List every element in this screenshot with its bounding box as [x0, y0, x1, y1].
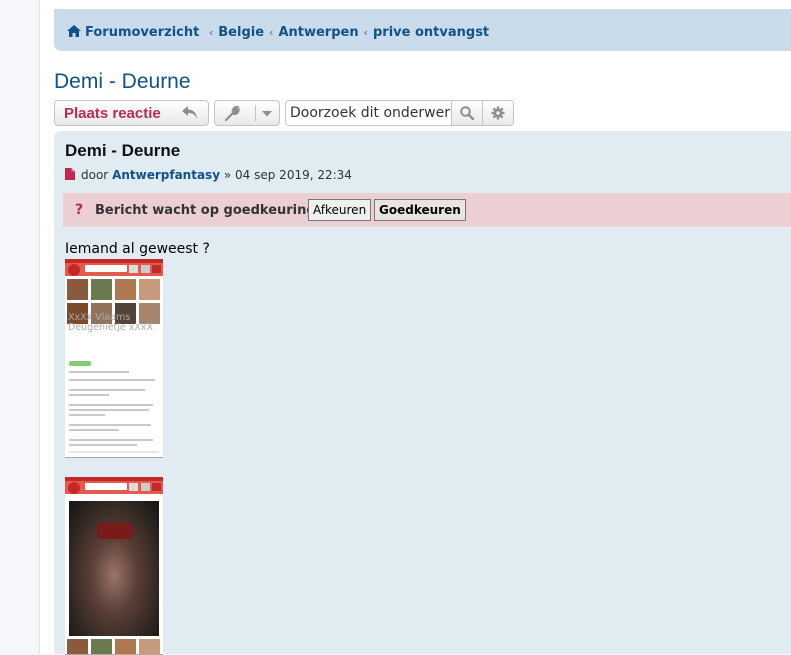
thumbnail-photo-detail	[97, 523, 133, 539]
advanced-search-button[interactable]	[482, 101, 513, 125]
button-divider	[255, 105, 256, 121]
thumbnail-photo	[69, 501, 159, 636]
thumbnail-text-line	[69, 404, 153, 406]
search-icon	[460, 106, 474, 120]
thumbnail-text-line	[69, 439, 153, 441]
thumbnail-text-line	[69, 414, 105, 416]
thumbnail-text-line	[69, 389, 145, 391]
thumbnail-button	[141, 265, 150, 273]
breadcrumb-home[interactable]: Forumoverzicht	[67, 25, 204, 40]
thumbnail-heading: XxXx Vlaams Deugenietje xXxX	[68, 312, 154, 333]
post-reply-button[interactable]: Plaats reactie	[54, 100, 209, 126]
thumbnail-text-line	[69, 409, 149, 411]
thumbnail-text-line	[69, 444, 137, 446]
thumbnail-text-line	[69, 371, 129, 373]
thumbnail-button	[129, 265, 138, 273]
post-body-text: Iemand al geweest ?	[65, 241, 210, 257]
breadcrumb-item[interactable]: Antwerpen	[278, 25, 358, 40]
chevron-left-icon: ‹	[208, 26, 214, 39]
post-author-link[interactable]: Antwerpfantasy	[112, 168, 220, 182]
topic-tools-button[interactable]	[214, 100, 280, 126]
attached-image[interactable]	[65, 477, 163, 655]
approve-button[interactable]: Goedkeuren	[374, 199, 466, 221]
document-icon[interactable]	[65, 168, 75, 180]
post: Demi - Deurne door Antwerpfantasy » 04 s…	[54, 131, 791, 655]
post-date-separator: »	[223, 168, 232, 182]
post-reply-label: Plaats reactie	[64, 105, 161, 122]
wrapper-border	[39, 0, 40, 654]
search-input[interactable]	[286, 101, 455, 125]
thumbnail-text-line	[69, 379, 155, 381]
thumbnail-button	[129, 483, 138, 491]
topic-title[interactable]: Demi - Deurne	[54, 70, 191, 94]
post-title[interactable]: Demi - Deurne	[65, 141, 180, 161]
thumbnail-logo	[68, 482, 80, 494]
search-button[interactable]	[451, 101, 483, 125]
thumbnail-badge	[69, 361, 91, 366]
gear-icon	[491, 106, 505, 120]
thumbnail-text-line	[69, 394, 109, 396]
thumbnail-searchbar	[85, 265, 127, 272]
thumbnail-button	[141, 483, 150, 491]
home-icon	[67, 25, 81, 37]
question-icon: ?	[75, 202, 84, 218]
approval-notice: ? Bericht wacht op goedkeuring: Afkeuren…	[63, 193, 791, 227]
wrench-icon	[225, 106, 240, 121]
thumbnail-nav-bar	[69, 451, 159, 453]
breadcrumb: Forumoverzicht ‹ Belgie ‹ Antwerpen ‹ prive o…	[67, 25, 489, 40]
approval-message: Bericht wacht op goedkeuring:	[95, 203, 321, 218]
thumbnail-logo	[68, 264, 80, 276]
thumbnail-text-line	[69, 424, 151, 426]
topic-search	[285, 100, 514, 126]
thumbnail-button	[152, 483, 161, 491]
caret-down-icon	[262, 111, 272, 117]
breadcrumb-home-label: Forumoverzicht	[85, 25, 200, 40]
navbar: Forumoverzicht ‹ Belgie ‹ Antwerpen ‹ prive o…	[54, 9, 791, 51]
post-author-line: door Antwerpfantasy » 04 sep 2019, 22:34	[65, 168, 352, 182]
breadcrumb-item[interactable]: prive ontvangst	[373, 25, 489, 40]
chevron-left-icon: ‹	[363, 26, 368, 39]
reject-button[interactable]: Afkeuren	[308, 199, 372, 221]
breadcrumb-item[interactable]: Belgie	[218, 25, 264, 40]
attached-image[interactable]: XxXx Vlaams Deugenietje xXxX	[65, 259, 163, 458]
thumbnail-button	[152, 265, 161, 273]
post-author-prefix: door	[81, 168, 109, 182]
thumbnail-text-line	[69, 429, 119, 431]
post-date: 04 sep 2019, 22:34	[235, 168, 352, 182]
chevron-left-icon: ‹	[269, 26, 274, 39]
reply-icon	[182, 106, 197, 119]
thumbnail-searchbar	[85, 483, 127, 490]
